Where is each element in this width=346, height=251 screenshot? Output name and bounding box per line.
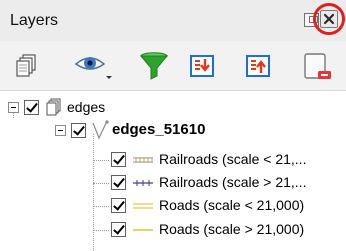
highlight-ring [313, 3, 345, 35]
tree-row-rule[interactable]: Roads (scale > 21,000) [0, 218, 346, 242]
tree-row-rule[interactable]: Roads (scale < 21,000) [0, 194, 346, 218]
line-layer-icon [92, 120, 109, 140]
remove-layer-button[interactable] [300, 49, 334, 83]
rule-checkbox[interactable] [111, 175, 126, 190]
panel-title: Layers [10, 12, 59, 29]
railroad-cross-symbol-icon [133, 180, 153, 186]
filter-legend-icon [139, 52, 169, 80]
add-group-icon [16, 54, 36, 77]
rule-label: Roads (scale > 21,000) [159, 221, 305, 237]
group-label: edges [67, 99, 106, 115]
remove-layer-icon [304, 53, 331, 79]
panel-titlebar: Layers [0, 0, 346, 41]
collapse-all-icon [246, 55, 270, 77]
group-checkbox[interactable] [24, 100, 39, 115]
collapse-all-button[interactable] [242, 49, 276, 83]
expand-all-icon [190, 55, 214, 77]
layers-toolbar [0, 41, 346, 91]
add-group-button[interactable] [12, 49, 46, 83]
tree-row-group[interactable]: edges [0, 96, 346, 120]
collapse-toggle[interactable] [8, 102, 19, 113]
rule-checkbox[interactable] [111, 222, 126, 237]
tree-row-rule[interactable]: Railroads (scale < 21,... [0, 148, 346, 172]
tree-row-rule[interactable]: Railroads (scale > 21,... [0, 171, 346, 195]
layer-checkbox[interactable] [71, 123, 86, 138]
collapse-toggle[interactable] [55, 125, 66, 136]
layer-label: edges_51610 [112, 121, 206, 138]
rule-label: Roads (scale < 21,000) [159, 197, 305, 213]
layer-tree: edges edges_51610 Railroads (scale < 21,… [0, 92, 346, 251]
rule-checkbox[interactable] [111, 198, 126, 213]
manage-visibility-button[interactable] [72, 49, 116, 83]
group-icon [46, 98, 61, 116]
railroad-symbol-icon [133, 157, 153, 163]
rule-label: Railroads (scale > 21,... [159, 174, 307, 190]
rule-checkbox[interactable] [111, 152, 126, 167]
manage-visibility-icon [74, 57, 112, 79]
tree-row-layer[interactable]: edges_51610 [0, 119, 346, 143]
road-symbol-icon [133, 229, 153, 231]
filter-legend-button[interactable] [137, 49, 171, 83]
rule-label: Railroads (scale < 21,... [159, 151, 307, 167]
road-symbol-icon [133, 203, 153, 209]
expand-all-button[interactable] [186, 49, 220, 83]
